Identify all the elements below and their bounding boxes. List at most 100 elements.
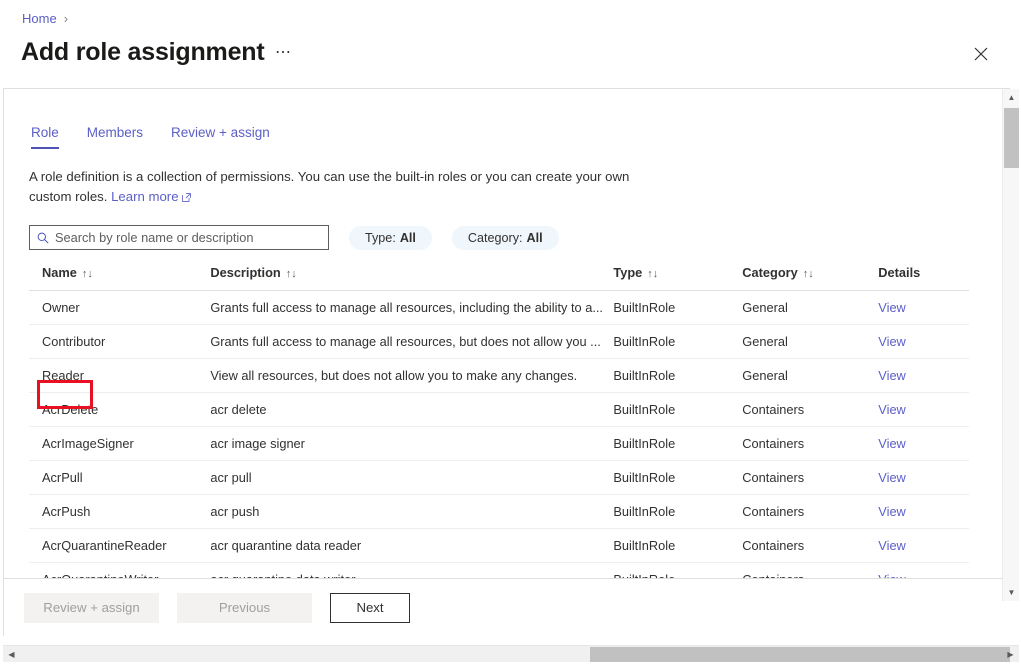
- search-box[interactable]: [29, 225, 329, 250]
- scroll-left-arrow-icon[interactable]: ◀: [3, 646, 20, 663]
- cell-description-label: Grants full access to manage all resourc…: [210, 334, 601, 349]
- roles-table-body: Owner Grants full access to manage all re…: [29, 290, 969, 578]
- filter-pill-type[interactable]: Type : All: [349, 225, 432, 250]
- view-details-link[interactable]: View: [878, 470, 906, 485]
- cell-category: General: [742, 290, 879, 325]
- table-row[interactable]: AcrQuarantineWriteracr quarantine data w…: [29, 562, 969, 578]
- cell-description: acr pull: [210, 460, 614, 495]
- cell-type: BuiltInRole: [613, 324, 743, 359]
- search-icon: [37, 232, 49, 244]
- cell-type: BuiltInRole: [613, 392, 743, 427]
- vertical-scrollbar-thumb[interactable]: [1004, 108, 1019, 168]
- cell-details: View: [878, 562, 969, 578]
- cell-category: Containers: [742, 426, 879, 461]
- breadcrumb-home-link[interactable]: Home: [22, 11, 57, 26]
- review-assign-button[interactable]: Review + assign: [24, 592, 159, 623]
- view-details-link[interactable]: View: [878, 368, 906, 383]
- cell-category: Containers: [742, 528, 879, 563]
- cell-type: BuiltInRole: [613, 562, 743, 578]
- more-options-button[interactable]: ⋯: [270, 44, 297, 62]
- cell-details: View: [878, 290, 969, 325]
- external-link-icon: [181, 193, 191, 202]
- filter-pill-category[interactable]: Category : All: [451, 225, 559, 250]
- search-input[interactable]: [55, 226, 328, 249]
- vertical-scrollbar[interactable]: ▲ ▼: [1002, 89, 1019, 601]
- table-row[interactable]: Owner Grants full access to manage all re…: [29, 290, 969, 325]
- tab-role[interactable]: Role: [29, 121, 73, 149]
- cell-details: View: [878, 528, 969, 563]
- tab-members[interactable]: Members: [73, 121, 157, 149]
- table-row[interactable]: AcrDelete acr delete BuiltInRole Containers…: [29, 392, 969, 427]
- scroll-up-arrow-icon[interactable]: ▲: [1003, 89, 1020, 106]
- column-header-description-label: Description: [210, 265, 281, 280]
- view-details-link[interactable]: View: [878, 436, 906, 451]
- table-row[interactable]: AcrQuarantineReader acr quarantine data r…: [29, 528, 969, 563]
- column-header-type[interactable]: Type ↑↓: [613, 265, 743, 291]
- sort-toggle-category-icon[interactable]: ↑↓: [803, 268, 814, 280]
- cell-name-label: AcrDelete: [42, 402, 99, 417]
- review-assign-label: Review + assign: [43, 600, 140, 615]
- cell-type-label: BuiltInRole: [613, 368, 676, 383]
- cell-category: Containers: [742, 494, 879, 529]
- scroll-down-arrow-icon[interactable]: ▼: [1003, 584, 1020, 601]
- table-row[interactable]: AcrImageSigner acr image signer BuiltInRol…: [29, 426, 969, 461]
- page-title: Add role assignment: [21, 38, 265, 66]
- table-row[interactable]: AcrPull acr pull BuiltInRole Containers View: [29, 460, 969, 495]
- table-row[interactable]: AcrPush acr push BuiltInRole Containers View: [29, 494, 969, 529]
- add-role-assignment-blade: Home › Add role assignment ⋯ Role Member…: [0, 0, 1021, 664]
- learn-more-link[interactable]: Learn more: [111, 189, 191, 204]
- next-button[interactable]: Next: [330, 592, 410, 623]
- cell-category-label: Containers: [742, 436, 805, 451]
- blade-description: A role definition is a collection of per…: [29, 167, 639, 207]
- roles-table: Name ↑↓ Description ↑↓ Type ↑↓ Category ↑↓ D: [29, 265, 969, 578]
- cell-category-label: General: [742, 300, 788, 315]
- cell-name: AcrQuarantineReader: [29, 528, 211, 563]
- horizontal-scrollbar[interactable]: ◀ ▶: [3, 645, 1019, 662]
- cell-details: View: [878, 426, 969, 461]
- sort-toggle-description-icon[interactable]: ↑↓: [286, 268, 297, 280]
- filter-type-value: All: [399, 230, 416, 245]
- close-button[interactable]: [966, 39, 996, 69]
- sort-toggle-name-icon[interactable]: ↑↓: [82, 268, 93, 280]
- previous-button[interactable]: Previous: [177, 592, 312, 623]
- cell-type-label: BuiltInRole: [613, 300, 676, 315]
- table-row[interactable]: Reader View all resources, but does not a…: [29, 358, 969, 393]
- scroll-right-arrow-icon[interactable]: ▶: [1002, 646, 1019, 663]
- cell-name: AcrImageSigner: [29, 426, 211, 461]
- cell-description-label: View all resources, but does not allow y…: [210, 368, 578, 383]
- breadcrumb-chevron-icon: ›: [63, 11, 69, 26]
- view-details-link[interactable]: View: [878, 504, 906, 519]
- cell-type: BuiltInRole: [613, 290, 743, 325]
- cell-name: AcrPush: [29, 494, 211, 529]
- column-header-name[interactable]: Name ↑↓: [29, 265, 211, 291]
- column-header-type-label: Type: [613, 265, 643, 280]
- view-details-link[interactable]: View: [878, 402, 906, 417]
- cell-category-label: Containers: [742, 402, 805, 417]
- column-header-details-label: Details: [878, 265, 921, 280]
- column-header-description[interactable]: Description ↑↓: [210, 265, 614, 291]
- horizontal-scrollbar-thumb[interactable]: [590, 647, 1010, 662]
- column-header-name-label: Name: [42, 265, 77, 280]
- cell-name: Reader: [29, 358, 211, 393]
- cell-description-label: acr pull: [210, 470, 252, 485]
- column-header-category-label: Category: [742, 265, 798, 280]
- cell-description: View all resources, but does not allow y…: [210, 358, 614, 393]
- cell-category-label: General: [742, 368, 788, 383]
- cell-name-label: Owner: [42, 300, 80, 315]
- cell-name: Owner: [29, 290, 211, 325]
- column-header-category[interactable]: Category ↑↓: [742, 265, 879, 291]
- tab-review-assign[interactable]: Review + assign: [157, 121, 284, 149]
- cell-description: Grants full access to manage all resourc…: [210, 290, 614, 325]
- view-details-link[interactable]: View: [878, 300, 906, 315]
- view-details-link[interactable]: View: [878, 538, 906, 553]
- cell-description-label: acr delete: [210, 402, 267, 417]
- cell-description: acr quarantine data reader: [210, 528, 614, 563]
- cell-description-label: Grants full access to manage all resourc…: [210, 300, 603, 315]
- cell-description-label: acr image signer: [210, 436, 305, 451]
- wizard-action-bar: Review + assign Previous Next: [3, 578, 1010, 636]
- cell-name-label: Reader: [42, 368, 84, 383]
- sort-toggle-type-icon[interactable]: ↑↓: [647, 268, 658, 280]
- table-row[interactable]: Contributor Grants full access to manage …: [29, 324, 969, 359]
- next-label: Next: [356, 600, 384, 615]
- view-details-link[interactable]: View: [878, 334, 906, 349]
